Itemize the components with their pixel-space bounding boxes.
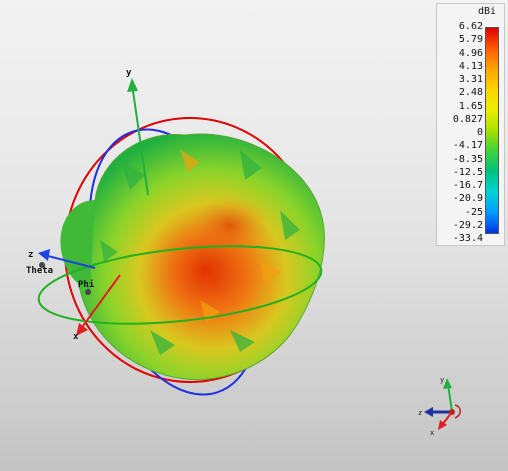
legend-tick-label: 6.62 [458,21,483,32]
3d-viewport[interactable]: y z x Theta Phi y z x [0,0,508,471]
legend-tick-label: 4.96 [458,47,483,59]
legend-tick-label: 3.31 [458,74,483,85]
legend-unit: dBi [477,6,496,17]
legend-tick-label: -4.17 [452,140,483,152]
legend-tick-label: -25 [464,206,483,218]
x-axis-label: x [73,332,79,342]
triad-x-label: x [430,429,434,437]
legend-tick-label: -33.4 [452,233,483,244]
phi-label: Phi [78,279,95,290]
legend-tick-label: 0.827 [452,113,483,125]
legend-tick-label: -16.7 [452,180,483,191]
radiation-pattern-scene[interactable]: y z x Theta Phi y z x [0,0,508,471]
legend-tick-label: -20.9 [452,193,483,205]
triad-z-label: z [418,409,422,417]
legend-tick-label: 0 [476,127,483,138]
legend-tick-label: 5.79 [458,34,483,46]
legend-tick-label: -8.35 [452,153,483,165]
color-scale-legend: dBi 6.62 5.79 4.96 4.13 3.31 2.48 1.65 0.827 0 -4… [436,3,505,246]
legend-tick-label: 1.65 [458,100,483,112]
z-axis-label: z [28,250,33,260]
legend-tick-label: 2.48 [458,87,483,99]
triad-y-label: y [440,376,444,384]
orientation-triad[interactable] [424,378,461,430]
legend-tick-label: -12.5 [452,166,483,178]
theta-label: Theta [26,266,53,276]
legend-color-bar [485,27,499,234]
legend-tick-label: 4.13 [458,60,483,72]
y-axis-label: y [126,68,132,78]
legend-tick-label: -29.2 [452,219,483,231]
